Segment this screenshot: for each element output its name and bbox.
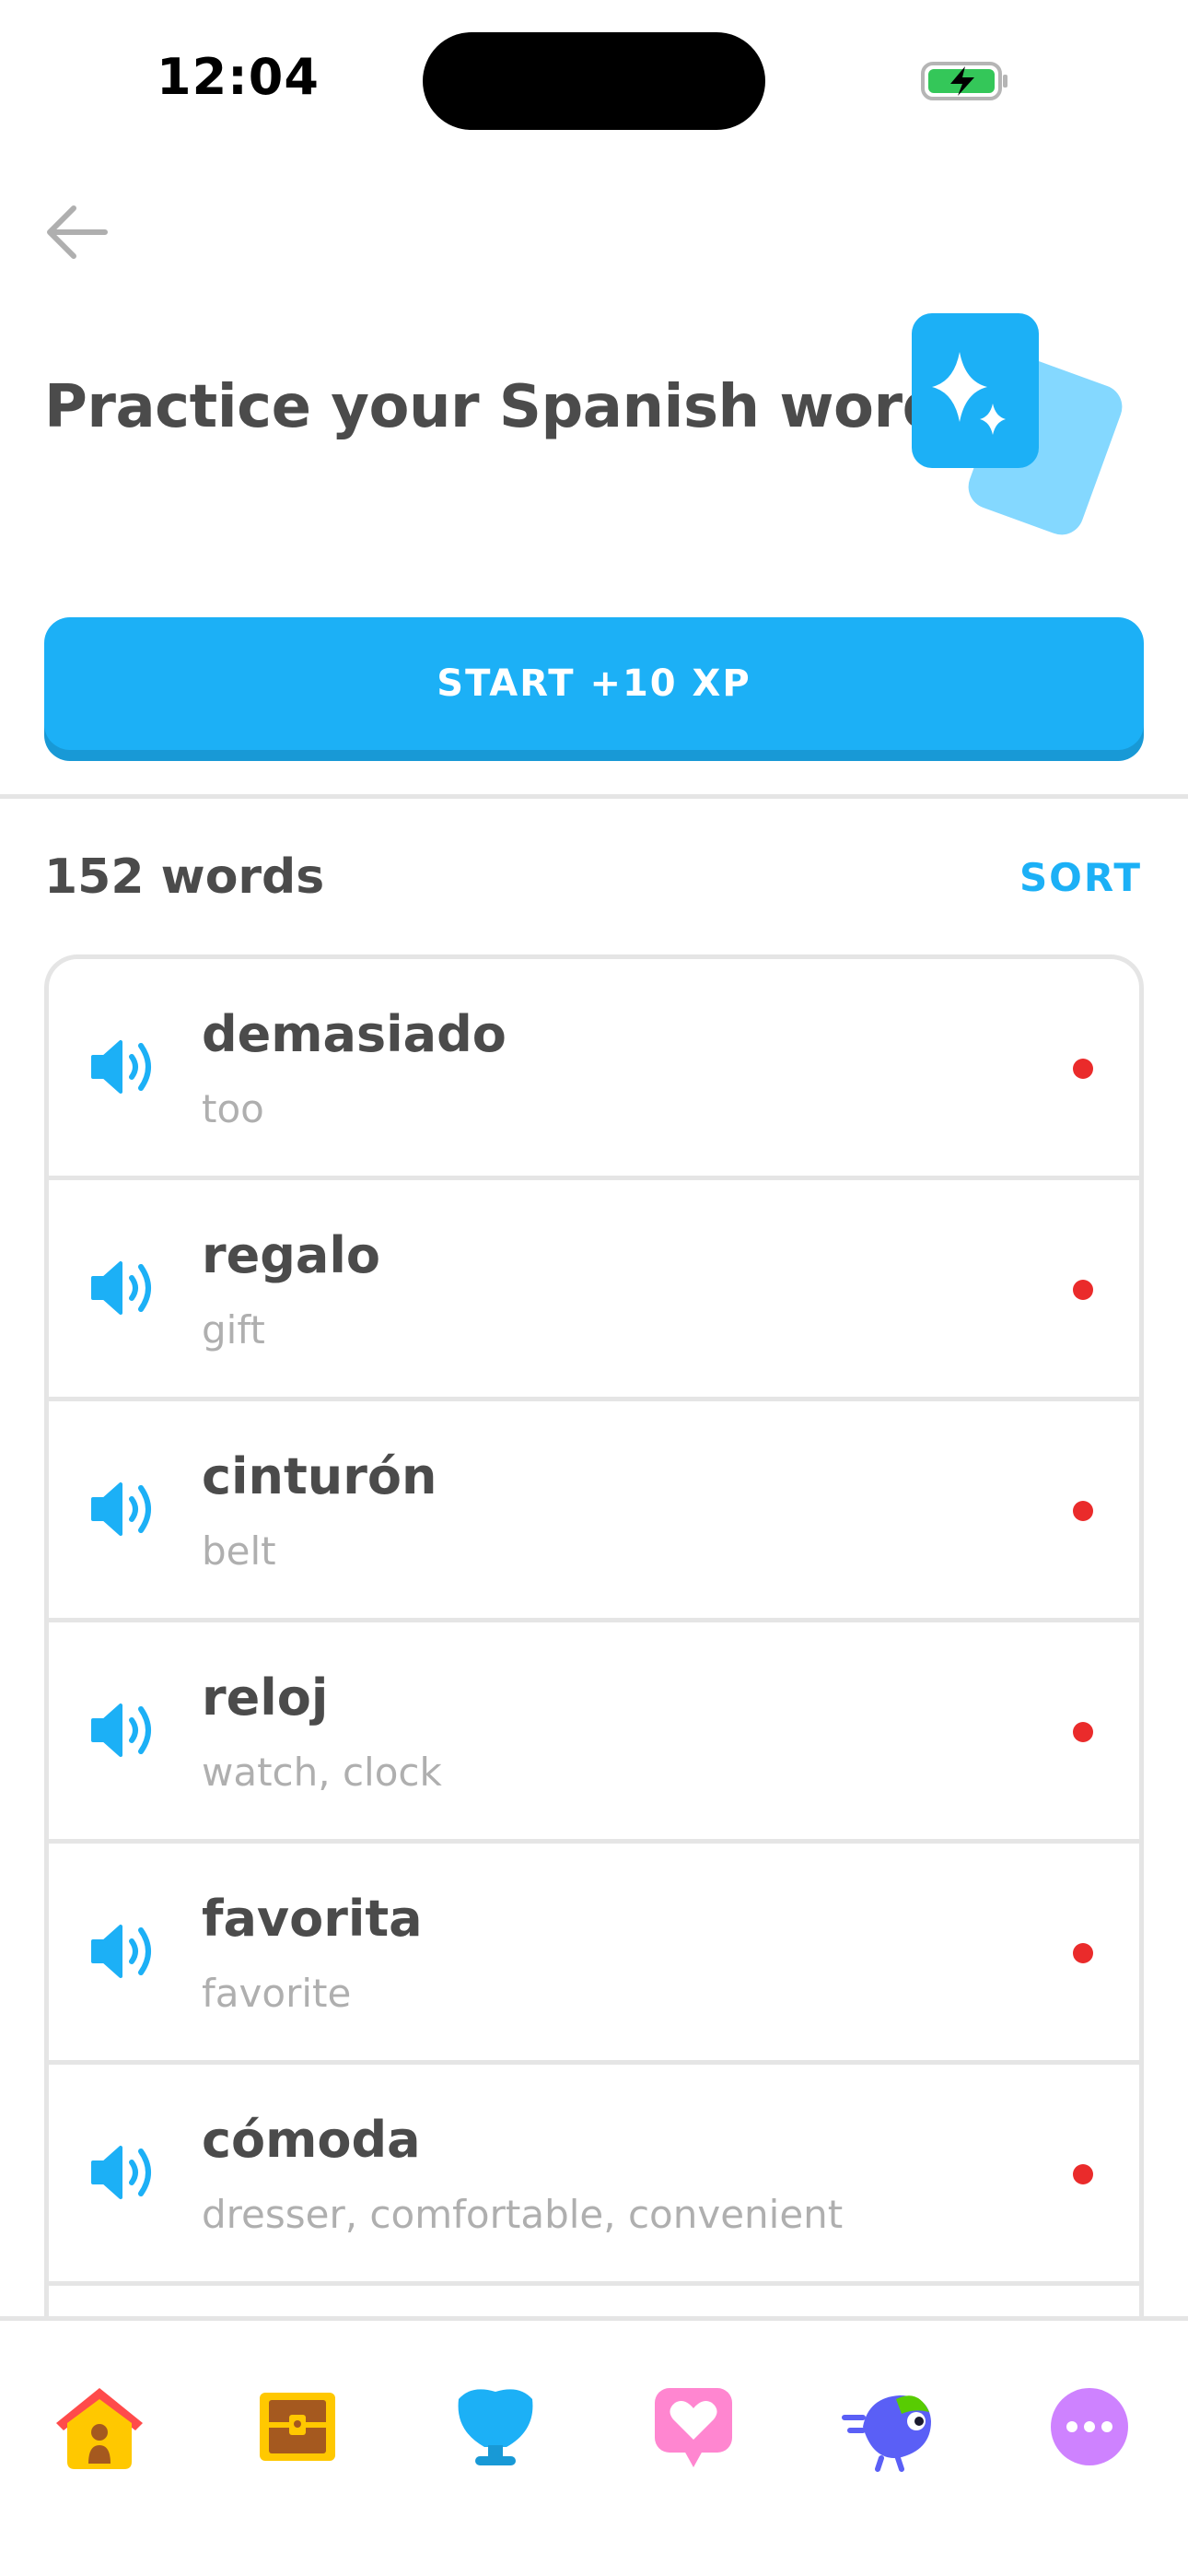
word-row[interactable]: cómoda dresser, comfortable, convenient: [49, 2065, 1139, 2286]
word-translation: belt: [202, 1528, 276, 1574]
word-row[interactable]: favorita favorite: [49, 1844, 1139, 2065]
shield-icon: [458, 2389, 533, 2465]
word-text: demasiado: [202, 1005, 507, 1063]
nav-profile[interactable]: [836, 2376, 947, 2477]
nav-social[interactable]: [638, 2376, 749, 2477]
speaker-icon[interactable]: [89, 1479, 159, 1540]
start-button[interactable]: START +10 XP: [44, 617, 1144, 750]
word-row[interactable]: regalo gift: [49, 1180, 1139, 1401]
word-translation: dresser, comfortable, convenient: [202, 2192, 844, 2237]
speaker-icon[interactable]: [89, 2142, 159, 2203]
word-text: cinturón: [202, 1447, 437, 1505]
practice-cards-icon: [912, 313, 1123, 535]
dynamic-island: [423, 32, 765, 130]
status-bar: 12:04: [0, 0, 1188, 157]
speaker-icon[interactable]: [89, 1036, 159, 1097]
word-text: regalo: [202, 1226, 380, 1284]
more-icon: [1051, 2388, 1128, 2465]
word-row[interactable]: reloj watch, clock: [49, 1622, 1139, 1844]
status-dot: [1073, 2164, 1093, 2184]
word-row[interactable]: cinturón belt: [49, 1401, 1139, 1622]
word-text: cómoda: [202, 2111, 421, 2169]
heart-chat-icon: [655, 2388, 732, 2467]
nav-leagues[interactable]: [440, 2376, 551, 2477]
treasure-chest-icon: [260, 2393, 335, 2461]
home-icon: [56, 2388, 143, 2469]
bird-icon: [842, 2395, 931, 2472]
back-button[interactable]: [41, 195, 114, 269]
status-dot: [1073, 1059, 1093, 1079]
speaker-icon[interactable]: [89, 1258, 159, 1318]
word-list: demasiado too regalo gift cinturón belt: [44, 954, 1144, 2336]
nav-home[interactable]: [44, 2376, 155, 2477]
word-text: reloj: [202, 1669, 329, 1727]
nav-chest[interactable]: [242, 2376, 353, 2477]
word-translation: watch, clock: [202, 1750, 442, 1795]
page-title: Practice your Spanish words: [44, 373, 979, 441]
status-dot: [1073, 1943, 1093, 1963]
word-text: favorita: [202, 1890, 423, 1948]
status-dot: [1073, 1501, 1093, 1521]
nav-more[interactable]: [1034, 2376, 1145, 2477]
bottom-nav: [0, 2316, 1188, 2576]
status-dot: [1073, 1722, 1093, 1742]
back-arrow-icon: [47, 205, 108, 259]
word-row[interactable]: demasiado too: [49, 959, 1139, 1180]
screen: 12:04 Practice your Spanish words START …: [0, 0, 1188, 2576]
sort-button[interactable]: SORT: [1019, 855, 1142, 900]
word-translation: too: [202, 1086, 264, 1131]
section-divider: [0, 794, 1188, 799]
word-count: 152 words: [44, 849, 325, 905]
speaker-icon[interactable]: [89, 1921, 159, 1982]
speaker-icon[interactable]: [89, 1700, 159, 1761]
word-translation: favorite: [202, 1971, 352, 2016]
battery-charging-icon: [921, 62, 1007, 100]
status-time: 12:04: [157, 48, 320, 106]
word-translation: gift: [202, 1307, 265, 1352]
status-dot: [1073, 1280, 1093, 1300]
